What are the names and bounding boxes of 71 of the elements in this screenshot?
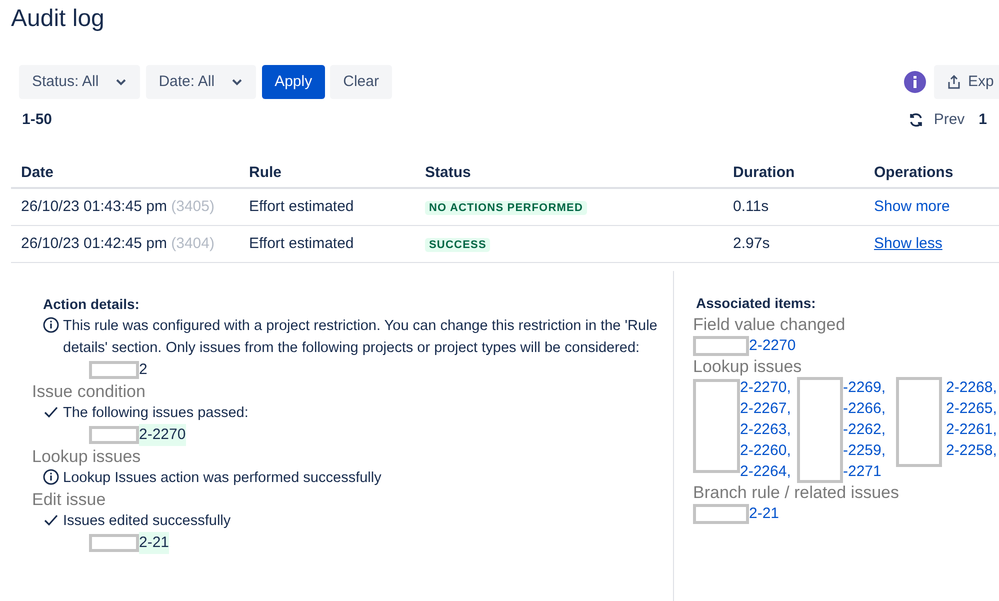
issue-link[interactable]: 2-2270, bbox=[740, 379, 791, 396]
issue-link[interactable]: 2-2260, bbox=[740, 442, 791, 459]
page-title: Audit log bbox=[10, 4, 106, 34]
group-heading: Lookup issues bbox=[693, 356, 803, 377]
issue-link[interactable]: 2-2267, bbox=[740, 400, 791, 417]
redaction-box bbox=[693, 504, 749, 524]
column-header: Date bbox=[20, 162, 55, 183]
step-message: The following issues passed: bbox=[63, 404, 248, 423]
status-lozenge: SUCCESS bbox=[425, 238, 490, 252]
issue-link[interactable]: -2266, bbox=[843, 400, 886, 417]
toggle-details-link[interactable]: Show less bbox=[874, 234, 942, 252]
issue-link[interactable]: -2262, bbox=[843, 421, 886, 438]
status-lozenge: NO ACTIONS PERFORMED bbox=[425, 200, 587, 215]
issue-link[interactable]: 2-21 bbox=[749, 503, 780, 524]
group-heading: Field value changed bbox=[693, 314, 846, 335]
table-cell-text: Effort estimated bbox=[248, 234, 355, 254]
chevron-down-icon bbox=[230, 78, 243, 86]
info-badge-icon[interactable] bbox=[904, 71, 926, 93]
info-icon bbox=[43, 317, 59, 333]
run-id: (3405) bbox=[171, 198, 214, 215]
table-cell-text: Effort estimated bbox=[248, 196, 355, 217]
issue-link[interactable]: -2259, bbox=[843, 442, 886, 459]
column-header: Operations bbox=[873, 162, 954, 183]
apply-button[interactable]: Apply bbox=[262, 65, 326, 99]
issue-link[interactable]: -2269, bbox=[843, 379, 886, 396]
check-icon bbox=[43, 512, 59, 528]
issue-link[interactable]: -2271 bbox=[843, 463, 882, 480]
page-number[interactable]: 1 bbox=[978, 108, 987, 132]
issue-link[interactable]: 2-2264, bbox=[740, 463, 791, 480]
redaction-box bbox=[89, 426, 139, 444]
column-header: Rule bbox=[248, 162, 283, 183]
step-message: This rule was configured with a project restriction. You can change this restriction in the 'Rule details' section. Only issues from the following projects or project types will be considered: bbox=[63, 317, 658, 358]
table-cell-text: 0.11s bbox=[732, 196, 770, 217]
table-cell-text: 26/10/23 01:43:45 pm (3405) bbox=[20, 196, 216, 217]
check-icon bbox=[43, 404, 59, 420]
step-message: Lookup Issues action was performed successfully bbox=[63, 469, 382, 488]
info-icon bbox=[43, 469, 59, 485]
issue-link[interactable]: 2-2270 bbox=[749, 335, 796, 356]
issue-key: 2 bbox=[139, 359, 148, 381]
run-id: (3404) bbox=[171, 234, 214, 252]
toggle-details-link[interactable]: Show more bbox=[874, 198, 950, 215]
redaction-box bbox=[693, 336, 749, 356]
issue-link[interactable]: 2-2268, bbox=[946, 379, 997, 396]
range-label: 1-50 bbox=[22, 110, 52, 130]
redaction-box bbox=[89, 361, 139, 379]
table-cell-text: 2.97s bbox=[732, 234, 771, 254]
table-cell-text: 26/10/23 01:42:45 pm (3404) bbox=[20, 234, 216, 254]
column-header: Duration bbox=[732, 162, 796, 183]
issue-key: 2-2270 bbox=[139, 424, 186, 446]
prev-button[interactable]: Prev bbox=[934, 108, 965, 132]
redaction-box bbox=[89, 534, 139, 552]
step-heading: Edit issue bbox=[32, 489, 107, 510]
chevron-down-icon bbox=[114, 78, 127, 86]
issue-link[interactable]: 2-2265, bbox=[946, 400, 997, 417]
section-title: Associated items: bbox=[695, 294, 817, 313]
issue-link[interactable]: 2-2261, bbox=[946, 421, 997, 438]
filter-dropdown[interactable]: Status: All bbox=[19, 65, 140, 99]
refresh-icon[interactable] bbox=[908, 112, 924, 128]
step-heading: Lookup issues bbox=[32, 446, 142, 467]
issue-link[interactable]: 2-2258, bbox=[946, 442, 997, 459]
export-button[interactable]: Exp bbox=[934, 65, 999, 99]
step-message: Issues edited successfully bbox=[63, 512, 231, 531]
clear-button[interactable]: Clear bbox=[330, 65, 392, 99]
share-icon bbox=[948, 75, 960, 89]
filter-dropdown[interactable]: Date: All bbox=[146, 65, 256, 99]
step-heading: Issue condition bbox=[32, 381, 146, 402]
column-header: Status bbox=[424, 162, 472, 183]
group-heading: Branch rule / related issues bbox=[693, 482, 900, 503]
issue-key: 2-21 bbox=[139, 532, 170, 554]
issue-link[interactable]: 2-2263, bbox=[740, 421, 791, 438]
section-title: Action details: bbox=[42, 295, 140, 314]
